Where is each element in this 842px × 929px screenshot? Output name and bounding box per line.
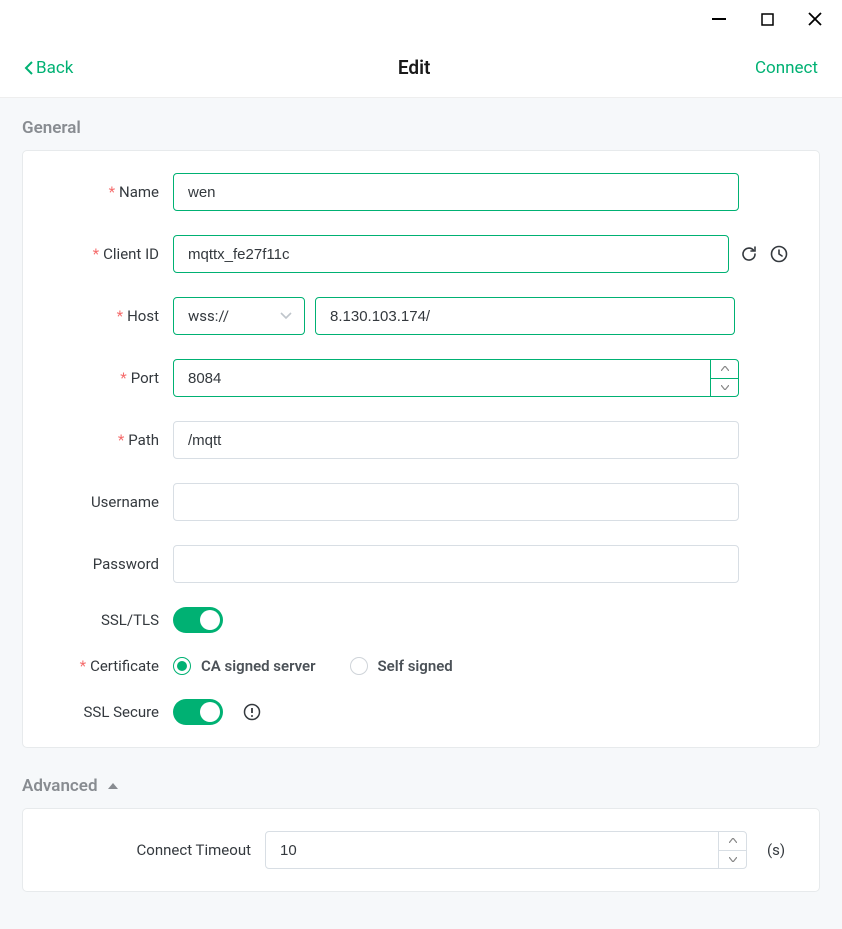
advanced-card: Connect Timeout (s) <box>22 808 820 892</box>
protocol-value: wss:// <box>188 307 229 325</box>
back-label: Back <box>36 58 73 78</box>
connect-timeout-input[interactable] <box>265 831 747 869</box>
unit-seconds: (s) <box>767 841 785 859</box>
row-certificate: *Certificate CA signed server Self signe… <box>45 657 789 675</box>
row-path: *Path <box>45 421 789 459</box>
row-password: Password <box>45 545 789 583</box>
section-title-general: General <box>22 118 820 138</box>
refresh-icon[interactable] <box>739 243 759 265</box>
radio-icon <box>173 657 191 675</box>
radio-ca-signed[interactable]: CA signed server <box>173 657 316 675</box>
general-card: *Name *Client ID *Host wss:// <box>22 150 820 748</box>
history-icon[interactable] <box>769 243 789 265</box>
row-ssl-secure: SSL Secure <box>45 699 789 725</box>
port-step-down[interactable] <box>711 379 738 397</box>
timeout-step-up[interactable] <box>719 832 746 851</box>
timeout-step-down[interactable] <box>719 851 746 869</box>
port-input[interactable] <box>173 359 739 397</box>
row-username: Username <box>45 483 789 521</box>
label-password: Password <box>45 555 173 573</box>
chevron-left-icon <box>24 61 34 75</box>
label-host: *Host <box>45 307 173 325</box>
name-input[interactable] <box>173 173 739 211</box>
label-certificate: *Certificate <box>45 657 173 675</box>
maximize-button[interactable] <box>758 10 776 28</box>
label-connect-timeout: Connect Timeout <box>45 841 265 859</box>
protocol-select[interactable]: wss:// <box>173 297 305 335</box>
client-id-input[interactable] <box>173 235 729 273</box>
row-host: *Host wss:// <box>45 297 789 335</box>
username-input[interactable] <box>173 483 739 521</box>
label-port: *Port <box>45 369 173 387</box>
row-ssl-tls: SSL/TLS <box>45 607 789 633</box>
path-input[interactable] <box>173 421 739 459</box>
chevron-up-icon <box>108 783 118 789</box>
row-client-id: *Client ID <box>45 235 789 273</box>
host-input[interactable] <box>315 297 735 335</box>
ssl-tls-toggle[interactable] <box>173 607 223 633</box>
radio-ca-label: CA signed server <box>201 657 316 675</box>
connect-button[interactable]: Connect <box>755 58 818 78</box>
window-controls <box>0 0 842 38</box>
radio-icon <box>350 657 368 675</box>
label-username: Username <box>45 493 173 511</box>
close-button[interactable] <box>806 10 824 28</box>
minimize-button[interactable] <box>710 10 728 28</box>
radio-self-label: Self signed <box>378 657 453 675</box>
certificate-radio-group: CA signed server Self signed <box>173 657 453 675</box>
label-ssl-secure: SSL Secure <box>45 703 173 721</box>
row-connect-timeout: Connect Timeout (s) <box>45 831 789 869</box>
back-button[interactable]: Back <box>24 58 73 78</box>
content-area: General *Name *Client ID *Host <box>0 98 842 929</box>
label-name: *Name <box>45 183 173 201</box>
label-client-id: *Client ID <box>45 245 173 263</box>
section-title-advanced[interactable]: Advanced <box>22 776 820 796</box>
radio-self-signed[interactable]: Self signed <box>350 657 453 675</box>
row-name: *Name <box>45 173 789 211</box>
row-port: *Port <box>45 359 789 397</box>
port-step-up[interactable] <box>711 360 738 379</box>
info-icon[interactable] <box>241 701 263 723</box>
label-ssl-tls: SSL/TLS <box>45 611 173 629</box>
password-input[interactable] <box>173 545 739 583</box>
ssl-secure-toggle[interactable] <box>173 699 223 725</box>
header-bar: Back Edit Connect <box>0 38 842 98</box>
page-title: Edit <box>398 56 431 79</box>
label-path: *Path <box>45 431 173 449</box>
chevron-down-icon <box>280 312 292 320</box>
